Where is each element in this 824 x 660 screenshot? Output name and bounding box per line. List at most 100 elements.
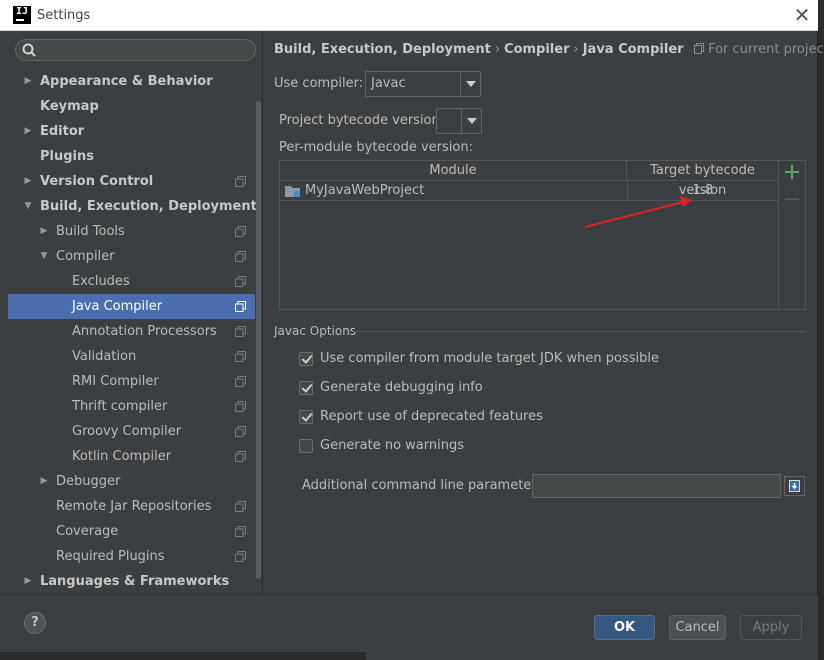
sidebar-item-label: Languages & Frameworks (40, 574, 230, 589)
copy-icon (235, 401, 246, 412)
ok-button[interactable]: OK (594, 615, 655, 640)
chevron-down-icon[interactable]: ▼ (22, 194, 34, 219)
sidebar-item[interactable]: Plugins (8, 144, 255, 169)
checkbox-label: Report use of deprecated features (320, 409, 543, 424)
sidebar-item-label: Validation (72, 349, 137, 364)
checkbox-label: Generate debugging info (320, 380, 483, 395)
checkbox[interactable] (299, 352, 313, 366)
table-row[interactable]: MyJavaWebProject 1.8 (280, 181, 778, 201)
sidebar-item-label: Keymap (40, 99, 99, 114)
copy-icon (235, 501, 246, 512)
params-label: Additional command line parameters: (302, 478, 548, 493)
search-input[interactable] (15, 39, 256, 61)
expand-icon (789, 480, 800, 492)
sidebar-item[interactable]: Validation (8, 344, 255, 369)
chevron-down-icon[interactable]: ▼ (38, 244, 50, 269)
sidebar-item-label: Version Control (40, 174, 154, 189)
sidebar-item-label: Groovy Compiler (72, 424, 182, 439)
sidebar-item-label: Build, Execution, Deployment (40, 199, 257, 214)
compiler-select[interactable]: Javac (365, 71, 481, 97)
bytecode-version-label: Project bytecode version: (279, 113, 445, 128)
column-header-module[interactable]: Module (280, 161, 627, 181)
sidebar-item-label: Plugins (40, 149, 94, 164)
copy-icon (235, 276, 246, 287)
sidebar-item[interactable]: Thrift compiler (8, 394, 255, 419)
checkbox[interactable] (299, 439, 313, 453)
sidebar-item[interactable]: Groovy Compiler (8, 419, 255, 444)
chevron-right-icon[interactable]: ▶ (22, 119, 34, 144)
sidebar-scrollbar[interactable] (256, 101, 261, 579)
sidebar-item[interactable]: Annotation Processors (8, 319, 255, 344)
bytecode-version-select[interactable] (436, 108, 482, 134)
copy-icon (235, 526, 246, 537)
sidebar-item[interactable]: ▶ Build Tools (8, 219, 255, 244)
sidebar-item[interactable]: Remote Jar Repositories (8, 494, 255, 519)
sidebar-item[interactable]: Excludes (8, 269, 255, 294)
sidebar-item[interactable]: Coverage (8, 519, 255, 544)
module-name: MyJavaWebProject (305, 183, 425, 198)
sidebar-item-label: Remote Jar Repositories (56, 499, 212, 514)
checkbox[interactable] (299, 410, 313, 424)
chevron-right-icon[interactable]: ▶ (38, 219, 50, 244)
sidebar-item-label: Build Tools (56, 224, 125, 239)
title-bar: IJ Settings ✕ (0, 0, 818, 31)
copy-icon (235, 451, 246, 462)
table-toolbar (779, 160, 806, 310)
breadcrumb: Build, Execution, Deployment › Compiler › Ja… (274, 42, 824, 57)
background-strip (0, 652, 366, 660)
sidebar-item-label: Thrift compiler (72, 399, 168, 414)
sidebar-item[interactable]: ▼ Build, Execution, Deployment (8, 194, 257, 219)
annotation-arrow (584, 196, 692, 228)
copy-icon (235, 226, 246, 237)
sidebar-item[interactable]: ▶ Debugger (8, 469, 255, 494)
sidebar-item-label: Compiler (56, 249, 115, 264)
per-module-label: Per-module bytecode version: (279, 140, 473, 155)
expand-field-button[interactable] (784, 476, 805, 496)
copy-icon (235, 426, 246, 437)
sidebar-item[interactable]: ▶ Languages & Frameworks (8, 569, 255, 594)
sidebar-item[interactable]: RMI Compiler (8, 369, 255, 394)
copy-icon (694, 43, 705, 54)
checkbox-label: Use compiler from module target JDK when… (320, 351, 659, 366)
apply-button[interactable]: Apply (740, 615, 802, 640)
help-button[interactable]: ? (24, 612, 46, 634)
javac-options-title: Javac Options (274, 324, 357, 338)
remove-icon[interactable] (785, 198, 799, 200)
sidebar-item-label: Debugger (56, 474, 121, 489)
sidebar-item[interactable]: Required Plugins (8, 544, 255, 569)
copy-icon (235, 376, 246, 387)
background-strip (818, 0, 824, 660)
chevron-down-icon[interactable] (460, 72, 480, 96)
app-logo-icon: IJ (13, 6, 31, 24)
breadcrumb-separator: › (573, 42, 579, 57)
search-icon (22, 43, 36, 57)
sidebar-item[interactable]: Kotlin Compiler (8, 444, 255, 469)
add-icon[interactable] (785, 165, 799, 179)
use-compiler-label: Use compiler: (274, 76, 364, 91)
sidebar-item[interactable]: ▶ Appearance & Behavior (8, 69, 255, 94)
sidebar-item-label: Appearance & Behavior (40, 74, 213, 89)
sidebar-item[interactable]: ▼ Compiler (8, 244, 255, 269)
copy-icon (235, 301, 246, 312)
copy-icon (235, 326, 246, 337)
chevron-right-icon[interactable]: ▶ (22, 69, 34, 94)
chevron-right-icon[interactable]: ▶ (22, 569, 34, 594)
chevron-right-icon[interactable]: ▶ (38, 469, 50, 494)
sidebar-item[interactable]: ▶ Editor (8, 119, 255, 144)
sidebar-item[interactable]: ▶ Version Control (8, 169, 255, 194)
sidebar-item-label: Excludes (72, 274, 130, 289)
project-scope: For current project (694, 42, 824, 57)
checkbox[interactable] (299, 381, 313, 395)
breadcrumb-part: Build, Execution, Deployment (274, 42, 491, 57)
copy-icon (235, 251, 246, 262)
params-input[interactable] (532, 474, 781, 498)
sidebar-item-label: Annotation Processors (72, 324, 217, 339)
sidebar-item[interactable]: Keymap (8, 94, 255, 119)
chevron-down-icon[interactable] (461, 109, 481, 133)
cancel-button[interactable]: Cancel (669, 615, 726, 640)
sidebar-item[interactable]: Java Compiler (8, 294, 255, 319)
close-icon[interactable]: ✕ (792, 4, 812, 26)
column-header-target-version[interactable]: Target bytecode version (627, 161, 778, 198)
sidebar-item-label: RMI Compiler (72, 374, 159, 389)
chevron-right-icon[interactable]: ▶ (22, 169, 34, 194)
